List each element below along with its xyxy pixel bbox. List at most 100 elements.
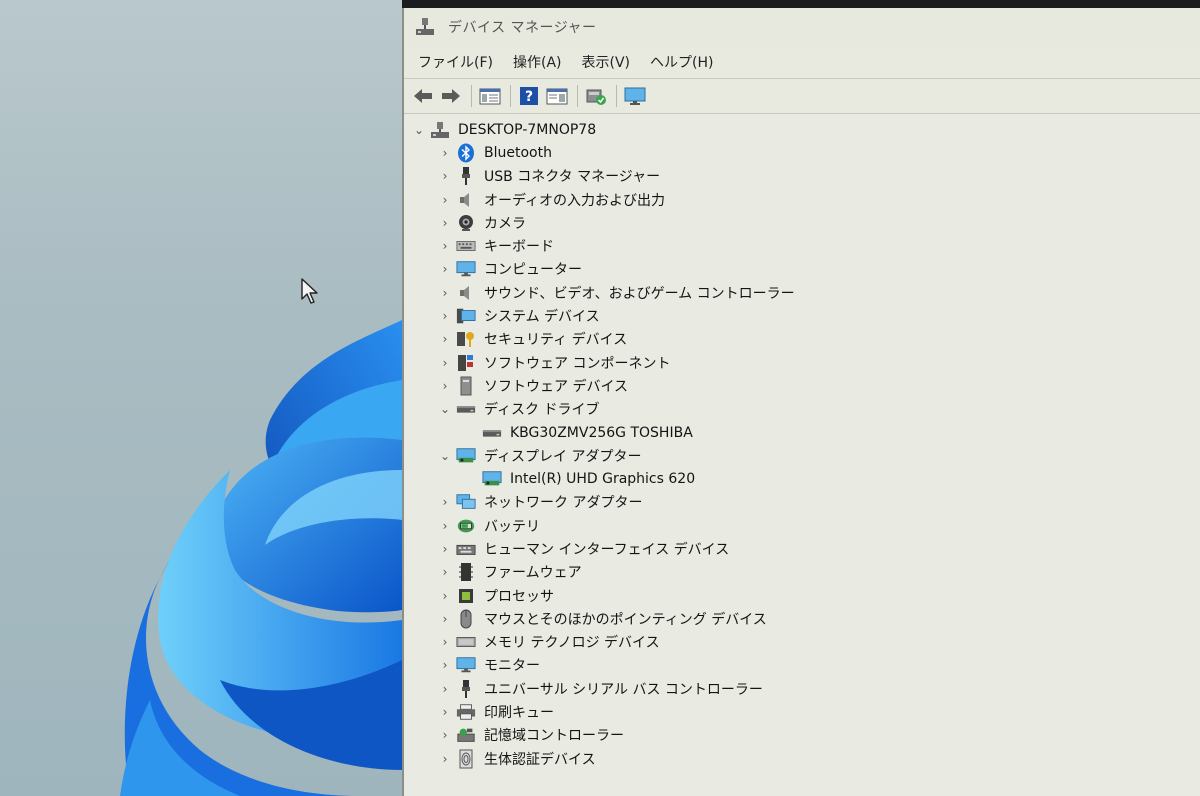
- forward-button[interactable]: [438, 84, 464, 108]
- scan-hardware-button[interactable]: [583, 84, 609, 108]
- sound-icon: [456, 284, 476, 302]
- tree-category-label: ヒューマン インターフェイス デバイス: [484, 541, 730, 558]
- tree-category-label: ファームウェア: [484, 565, 582, 582]
- expand-chevron-icon[interactable]: ›: [438, 565, 452, 579]
- view-pane-icon: [546, 88, 568, 105]
- tree-category-label: ネットワーク アダプター: [484, 495, 643, 512]
- expand-chevron-icon[interactable]: ›: [438, 356, 452, 370]
- menu-action[interactable]: 操作(A): [503, 48, 572, 76]
- collapse-chevron-icon[interactable]: ⌄: [412, 123, 426, 137]
- tree-category-processor[interactable]: › プロセッサ: [404, 584, 1200, 607]
- mouse-icon: [456, 609, 476, 629]
- expand-chevron-icon[interactable]: ›: [438, 239, 452, 253]
- tree-category-memory[interactable]: › メモリ テクノロジ デバイス: [404, 631, 1200, 654]
- tree-category-speaker[interactable]: › オーディオの入力および出力: [404, 188, 1200, 211]
- expand-chevron-icon[interactable]: ›: [438, 262, 452, 276]
- expand-chevron-icon[interactable]: ›: [438, 193, 452, 207]
- tree-category-label: モニター: [484, 658, 540, 675]
- tree-category-label: セキュリティ デバイス: [484, 332, 628, 349]
- tree-category-bluetooth[interactable]: › Bluetooth: [404, 141, 1200, 164]
- toolbar-separator: [577, 85, 578, 107]
- mouse-pointer-icon: [301, 278, 318, 304]
- software-component-icon: [456, 354, 476, 372]
- tree-device-label: Intel(R) UHD Graphics 620: [510, 471, 696, 488]
- tree-category-monitor[interactable]: › モニター: [404, 654, 1200, 677]
- device-manager-window: デバイス マネージャー ファイル(F) 操作(A) 表示(V) ヘルプ(H) ?…: [402, 8, 1200, 796]
- tree-root-label: DESKTOP-7MNOP78: [458, 121, 597, 138]
- tree-category-network-adapter[interactable]: › ネットワーク アダプター: [404, 491, 1200, 514]
- tree-category-mouse[interactable]: › マウスとそのほかのポインティング デバイス: [404, 607, 1200, 630]
- device-manager-app-icon: [416, 18, 434, 35]
- collapse-chevron-icon[interactable]: ⌄: [438, 402, 452, 416]
- expand-chevron-icon[interactable]: ›: [438, 612, 452, 626]
- action-pane-button[interactable]: [544, 84, 570, 108]
- tree-category-sound[interactable]: › サウンド、ビデオ、およびゲーム コントローラー: [404, 281, 1200, 304]
- tree-category-biometric[interactable]: › 生体認証デバイス: [404, 747, 1200, 770]
- tree-category-computer[interactable]: › コンピューター: [404, 258, 1200, 281]
- tree-category-label: キーボード: [484, 239, 554, 256]
- menu-help[interactable]: ヘルプ(H): [640, 48, 723, 76]
- expand-chevron-icon[interactable]: ›: [438, 682, 452, 696]
- expand-chevron-icon[interactable]: ›: [438, 309, 452, 323]
- expand-chevron-icon[interactable]: ›: [438, 495, 452, 509]
- window-title: デバイス マネージャー: [448, 20, 597, 36]
- monitor-button[interactable]: [622, 84, 648, 108]
- biometric-icon: [456, 749, 476, 769]
- desktop-wallpaper: [0, 0, 402, 796]
- expand-chevron-icon[interactable]: ›: [438, 286, 452, 300]
- usb-connector-icon: [456, 167, 476, 186]
- tree-category-software-device[interactable]: › ソフトウェア デバイス: [404, 374, 1200, 397]
- tree-device-item[interactable]: Intel(R) UHD Graphics 620: [404, 467, 1200, 490]
- expand-chevron-icon[interactable]: ›: [438, 379, 452, 393]
- tree-category-label: 記憶域コントローラー: [484, 728, 624, 745]
- tree-category-battery[interactable]: › バッテリ: [404, 514, 1200, 537]
- collapse-chevron-icon[interactable]: ⌄: [438, 449, 452, 463]
- expand-chevron-icon[interactable]: ›: [438, 216, 452, 230]
- usb-controller-icon: [456, 679, 476, 698]
- expand-chevron-icon[interactable]: ›: [438, 146, 452, 160]
- forward-icon: [442, 89, 460, 103]
- menu-view[interactable]: 表示(V): [572, 48, 641, 76]
- toolbar: ?: [404, 79, 1200, 114]
- tree-category-label: ソフトウェア コンポーネント: [484, 355, 671, 372]
- menu-file[interactable]: ファイル(F): [408, 48, 503, 76]
- battery-icon: [456, 517, 476, 535]
- tree-category-camera[interactable]: › カメラ: [404, 211, 1200, 234]
- show-hide-console-tree-button[interactable]: [477, 84, 503, 108]
- tree-category-printer[interactable]: › 印刷キュー: [404, 700, 1200, 723]
- expand-chevron-icon[interactable]: ›: [438, 332, 452, 346]
- expand-chevron-icon[interactable]: ›: [438, 519, 452, 533]
- tree-category-label: ディスプレイ アダプター: [484, 448, 642, 465]
- toolbar-separator: [510, 85, 511, 107]
- computer-root-icon: [430, 121, 450, 139]
- expand-chevron-icon[interactable]: ›: [438, 658, 452, 672]
- device-tree: ⌄ DESKTOP-7MNOP78 › Bluetooth › USB コネクタ マネ…: [404, 114, 1200, 796]
- expand-chevron-icon[interactable]: ›: [438, 542, 452, 556]
- tree-category-storage-controller[interactable]: › 記憶域コントローラー: [404, 724, 1200, 747]
- title-bar[interactable]: デバイス マネージャー: [404, 8, 1200, 46]
- tree-category-firmware[interactable]: › ファームウェア: [404, 561, 1200, 584]
- security-device-icon: [456, 330, 476, 348]
- tree-category-disk-drive[interactable]: ⌄ ディスク ドライブ: [404, 398, 1200, 421]
- tree-category-software-component[interactable]: › ソフトウェア コンポーネント: [404, 351, 1200, 374]
- tree-category-keyboard[interactable]: › キーボード: [404, 234, 1200, 257]
- tree-category-label: システム デバイス: [484, 309, 600, 326]
- tree-category-label: オーディオの入力および出力: [484, 192, 666, 209]
- tree-category-system-device[interactable]: › システム デバイス: [404, 304, 1200, 327]
- system-device-icon: [456, 307, 476, 325]
- expand-chevron-icon[interactable]: ›: [438, 705, 452, 719]
- back-button[interactable]: [410, 84, 436, 108]
- tree-category-display-adapter[interactable]: ⌄ ディスプレイ アダプター: [404, 444, 1200, 467]
- expand-chevron-icon[interactable]: ›: [438, 752, 452, 766]
- tree-category-usb-connector[interactable]: › USB コネクタ マネージャー: [404, 165, 1200, 188]
- tree-category-hid[interactable]: › ヒューマン インターフェイス デバイス: [404, 537, 1200, 560]
- expand-chevron-icon[interactable]: ›: [438, 635, 452, 649]
- expand-chevron-icon[interactable]: ›: [438, 728, 452, 742]
- expand-chevron-icon[interactable]: ›: [438, 589, 452, 603]
- help-button[interactable]: ?: [516, 84, 542, 108]
- tree-root[interactable]: ⌄ DESKTOP-7MNOP78: [404, 118, 1200, 141]
- expand-chevron-icon[interactable]: ›: [438, 169, 452, 183]
- tree-category-security-device[interactable]: › セキュリティ デバイス: [404, 328, 1200, 351]
- tree-category-usb-controller[interactable]: › ユニバーサル シリアル バス コントローラー: [404, 677, 1200, 700]
- tree-device-item[interactable]: KBG30ZMV256G TOSHIBA: [404, 421, 1200, 444]
